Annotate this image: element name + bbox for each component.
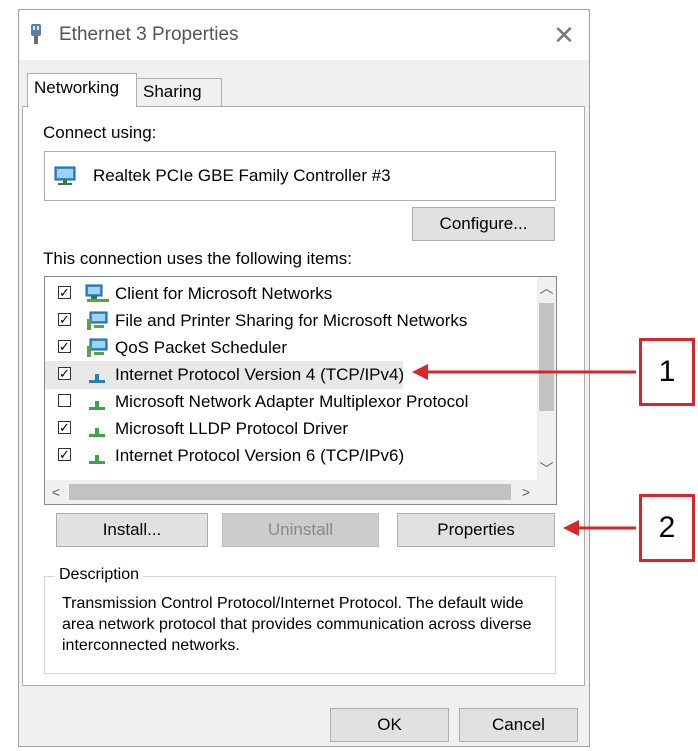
list-item[interactable]: ✓ File and Printer Sharing for Microsoft… (45, 307, 535, 335)
item-checkbox[interactable]: ✓ (58, 367, 71, 380)
items-list[interactable]: ✓ Client for Microsoft Networks ✓ File a… (44, 276, 557, 505)
tab-sharing[interactable]: Sharing (136, 78, 222, 106)
item-label: Microsoft LLDP Protocol Driver (115, 419, 349, 438)
description-legend: Description (55, 566, 144, 584)
install-button[interactable]: Install... (56, 513, 208, 547)
network-client-icon (85, 284, 109, 302)
item-label: Client for Microsoft Networks (115, 284, 333, 303)
horizontal-scrollbar[interactable]: < > (45, 480, 537, 504)
scrollbar-corner (537, 480, 556, 504)
window-title: Ethernet 3 Properties (59, 24, 239, 45)
protocol-icon (89, 428, 105, 437)
connect-using-label: Connect using: (43, 123, 157, 142)
list-item-selected[interactable]: ✓ Internet Protocol Version 4 (TCP/IPv4) (45, 361, 405, 389)
list-item[interactable]: ✓ Internet Protocol Version 6 (TCP/IPv6) (45, 442, 535, 470)
cancel-button[interactable]: Cancel (459, 708, 578, 742)
title-bar[interactable]: Ethernet 3 Properties ✕ (19, 10, 589, 60)
configure-button[interactable]: Configure... (412, 207, 555, 241)
scroll-thumb[interactable] (69, 484, 511, 500)
uninstall-button[interactable]: Uninstall (222, 513, 379, 547)
chevron-left-icon[interactable]: < (45, 480, 67, 504)
chevron-down-icon[interactable]: ﹀ (537, 458, 556, 480)
protocol-icon (89, 455, 105, 464)
network-service-icon (87, 311, 108, 330)
ethernet-plug-icon (31, 24, 41, 44)
callout-1: 1 (639, 338, 695, 406)
network-service-icon (87, 338, 108, 357)
item-label: Internet Protocol Version 6 (TCP/IPv6) (115, 446, 405, 465)
items-label: This connection uses the following items… (43, 249, 352, 268)
item-checkbox[interactable]: ✓ (58, 340, 71, 353)
chevron-right-icon[interactable]: > (515, 480, 537, 504)
network-adapter-icon (54, 166, 76, 185)
ok-button[interactable]: OK (330, 708, 449, 742)
scroll-thumb[interactable] (539, 303, 554, 411)
item-label: Microsoft Network Adapter Multiplexor Pr… (115, 392, 469, 411)
item-label: QoS Packet Scheduler (115, 338, 287, 357)
list-item[interactable]: ✓ QoS Packet Scheduler (45, 334, 535, 362)
close-button[interactable]: ✕ (545, 16, 583, 54)
item-label: Internet Protocol Version 4 (TCP/IPv4) (115, 365, 405, 384)
list-item[interactable]: ✓ Microsoft LLDP Protocol Driver (45, 415, 535, 443)
item-checkbox[interactable]: ✓ (58, 313, 71, 326)
close-icon: ✕ (553, 19, 575, 50)
item-label: File and Printer Sharing for Microsoft N… (115, 311, 468, 330)
item-checkbox[interactable]: ✓ (58, 448, 71, 461)
properties-dialog: Ethernet 3 Properties ✕ Networking Shari… (18, 9, 590, 747)
description-text: Transmission Control Protocol/Internet P… (62, 595, 532, 654)
item-checkbox[interactable]: ✓ (58, 421, 71, 434)
item-checkbox[interactable] (58, 394, 71, 407)
adapter-name: Realtek PCIe GBE Family Controller #3 (93, 166, 391, 185)
tab-networking[interactable]: Networking (27, 73, 137, 107)
list-item[interactable]: ✓ Client for Microsoft Networks (45, 280, 535, 308)
chevron-up-icon[interactable]: ︿ (537, 277, 556, 299)
vertical-scrollbar[interactable]: ︿ ﹀ (537, 277, 556, 480)
callout-2: 2 (639, 494, 695, 562)
protocol-icon (89, 401, 105, 410)
adapter-field: Realtek PCIe GBE Family Controller #3 (44, 151, 556, 201)
item-checkbox[interactable]: ✓ (58, 286, 71, 299)
list-item[interactable]: Microsoft Network Adapter Multiplexor Pr… (45, 388, 535, 416)
protocol-icon (89, 374, 105, 383)
properties-button[interactable]: Properties (397, 513, 555, 547)
